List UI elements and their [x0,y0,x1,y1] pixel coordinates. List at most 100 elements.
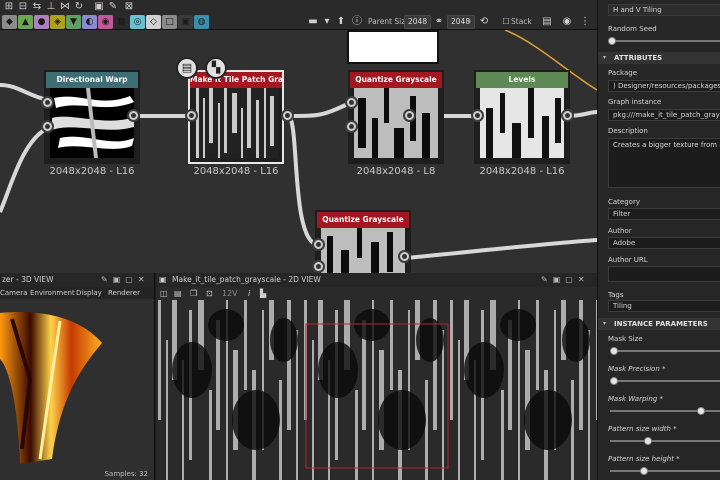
view-2d-panel[interactable]: Make_it_tile_patch_grayscale - 2D VIEW ▣… [156,273,597,480]
reset-icon[interactable]: ⟲ [477,16,491,28]
input-port[interactable] [471,109,484,122]
node-quantize-grayscale[interactable]: Quantize Grayscale [348,70,444,164]
mask-precision-slider[interactable] [610,377,720,385]
panel-window-icons[interactable]: ✎▣▢✕ [101,273,150,287]
frame-icon[interactable]: ⊟ [16,1,30,13]
input-port[interactable] [312,238,325,251]
slider-knob[interactable] [608,37,616,45]
layers-icon[interactable]: ◫ [160,287,168,300]
mask-size-slider[interactable] [610,347,720,355]
pattern-width-slider[interactable] [610,437,720,445]
node-filter-swatch-icon[interactable]: ● [34,15,49,29]
output-port[interactable] [403,109,416,122]
camera-icon[interactable]: ◉ [560,16,574,28]
node-quantize-grayscale-2[interactable]: Quantize Grayscale [315,210,411,273]
pattern-height-slider[interactable] [610,467,720,475]
view-3d-title: zer - 3D VIEW [2,275,54,284]
comment-icon[interactable]: ▣ [92,1,106,13]
input-port[interactable] [312,260,325,273]
histogram-icon[interactable]: ▙ [260,287,266,300]
save-icon[interactable]: ▤ [174,287,182,300]
pin-marker-icon[interactable]: ⬆ [334,16,348,28]
link-icon[interactable]: ⇆ [30,1,44,13]
link-size-icon[interactable]: ⚭ [432,16,446,28]
author-url-field[interactable] [608,266,720,282]
input-port[interactable] [41,120,54,133]
warp-texture [50,88,134,158]
pin-icon[interactable]: ✎ [106,1,120,13]
node-filter-swatch-icon[interactable]: ▼ [66,15,81,29]
input-port[interactable] [345,120,358,133]
node-directional-warp[interactable]: Directional Warp [44,70,140,164]
node-filter-swatch-icon[interactable]: ◉ [98,15,113,29]
wire [286,114,319,247]
mask-size-label: Mask Size [608,335,643,343]
slider-knob[interactable] [639,467,648,475]
slider-knob[interactable] [696,407,705,415]
layout-icon[interactable]: ⋈ [58,1,72,13]
output-port[interactable] [127,109,140,122]
node-filter-swatch-icon[interactable]: ◍ [194,15,209,29]
node-filter-swatch-icon[interactable]: ▲ [18,15,33,29]
node-filter-swatch-icon[interactable]: ◐ [82,15,97,29]
input-port[interactable] [185,109,198,122]
instance-parameters-header: INSTANCE PARAMETERS [614,320,708,328]
random-seed-slider[interactable] [608,37,720,45]
slider-knob[interactable] [610,347,618,355]
view-2d-header: Make_it_tile_patch_grayscale - 2D VIEW ▣… [156,273,597,287]
view-3d-panel[interactable]: zer - 3D VIEW ✎▣▢✕ Camera Environment Di… [0,273,155,480]
menu-environment[interactable]: Environment [30,287,75,299]
node-tile-icon[interactable]: ▚ [205,57,227,79]
node-filter-swatch-icon[interactable]: ◆ [2,15,17,29]
copy-icon[interactable]: ❐ [190,287,197,300]
node-filter-swatch-icon[interactable]: ◎ [130,15,145,29]
crop-icon[interactable]: ⊡ [206,287,213,300]
view-icon[interactable]: ▤ [540,16,554,28]
tiling-mode-select[interactable]: H and V Tiling [608,4,720,16]
node-filter-swatch-icon[interactable]: ◈ [50,15,65,29]
slider-knob[interactable] [643,437,652,445]
author-field[interactable]: Adobe [608,237,720,249]
refresh-icon[interactable]: ↻ [72,1,86,13]
description-field[interactable]: Creates a bigger texture from a small [608,138,720,188]
output-port[interactable] [281,109,294,122]
panel-window-icons[interactable]: ✎▣▢✕ [541,273,590,287]
color-preview-node[interactable] [347,30,439,64]
node-filter-swatch-icon[interactable]: □ [162,15,177,29]
random-seed-label: Random Seed [608,25,657,33]
attributes-section[interactable]: ▾ ATTRIBUTES [598,52,720,64]
output-port[interactable] [561,109,574,122]
category-label: Category [608,198,640,206]
grid-icon[interactable]: ⊠ [122,1,136,13]
graph-instance-field[interactable]: pkg:///make_it_tile_patch_grayscale? [608,109,720,121]
node-levels[interactable]: Levels [474,70,570,164]
info-icon[interactable]: ⓘ [350,16,364,28]
menu-renderer[interactable]: Renderer [108,287,140,299]
node-document-icon[interactable]: ▤ [176,57,198,79]
menu-camera[interactable]: Camera [0,287,27,299]
input-port[interactable] [41,96,54,109]
display-icon[interactable]: ▬ [306,16,320,28]
node-make-it-tile[interactable]: Make it Tile Patch Grays... [188,70,284,164]
node-filter-swatch-icon[interactable]: ▦ [114,15,129,29]
input-port[interactable] [345,96,358,109]
mask-warping-slider[interactable] [610,407,720,415]
menu-display[interactable]: Display [76,287,102,299]
slider-knob[interactable] [610,377,618,385]
node-filter-swatch-icon[interactable]: ▣ [178,15,193,29]
properties-panel: H and V Tiling Random Seed ▾ ATTRIBUTES … [597,0,720,480]
align-icon[interactable]: ⊥ [44,1,58,13]
instance-parameters-section[interactable]: ▾ INSTANCE PARAMETERS [598,318,720,330]
category-field[interactable]: Filter [608,208,720,220]
more-icon[interactable]: ⋮ [578,16,592,28]
info-icon[interactable]: i [248,287,250,300]
parent-size-select[interactable]: 2048 [404,15,431,29]
output-port[interactable] [398,250,411,263]
output-size-select[interactable]: 2048 ▾ [447,15,475,29]
node-filter-swatch-icon[interactable]: ◇ [146,15,161,29]
tags-field[interactable]: Tiling [608,300,720,312]
package-field[interactable]: ) Designer/resources/packages/make [608,80,720,92]
select-tool-icon[interactable]: ⊞ [2,1,16,13]
node-graph[interactable]: Directional Warp 2048x2048 - L16 Make it… [0,30,597,273]
comment-bubble-icon[interactable]: ▾ [320,16,334,28]
